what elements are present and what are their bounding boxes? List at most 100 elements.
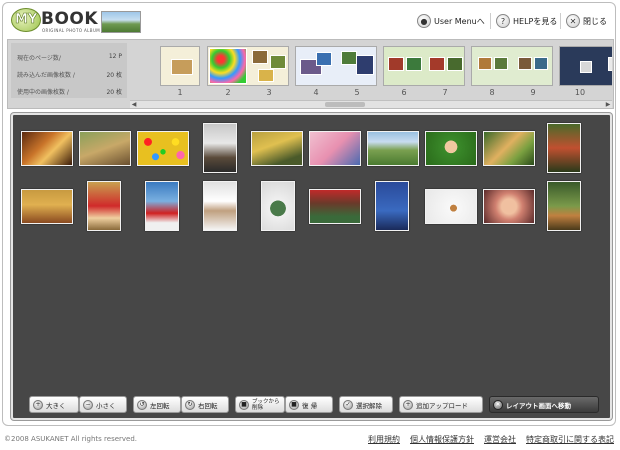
scroll-thumb[interactable] — [325, 102, 365, 107]
header-divider — [490, 13, 491, 29]
photo-thumb[interactable] — [87, 181, 121, 231]
scroll-right-icon[interactable]: ▶ — [604, 101, 612, 109]
page-thumb-4-5[interactable] — [295, 46, 377, 86]
mini-photo — [341, 51, 357, 65]
header-photo — [101, 11, 141, 33]
photo-thumb[interactable] — [21, 189, 73, 224]
photo-thumb[interactable] — [367, 131, 419, 166]
page-number: 9 — [530, 88, 536, 97]
photo-thumb[interactable] — [483, 131, 535, 166]
mini-photo — [429, 57, 445, 71]
photo-thumb[interactable] — [547, 123, 581, 173]
mini-photo — [270, 55, 286, 69]
mini-photo — [388, 57, 404, 71]
mini-photo — [580, 61, 592, 73]
rotate-left-icon: ↺ — [137, 399, 147, 410]
mini-photo — [534, 57, 548, 70]
footer-link-terms[interactable]: 利用規約 — [368, 434, 400, 445]
help-label: HELPを見る — [513, 16, 558, 26]
mini-photo — [406, 57, 422, 71]
page-number: 5 — [354, 88, 360, 97]
mini-photo — [494, 57, 508, 70]
upload-icon: + — [403, 399, 413, 410]
mini-photo — [356, 55, 374, 75]
remove-from-book-button[interactable]: ■ ブックから削除 — [235, 396, 285, 413]
page-number: 10 — [574, 88, 586, 97]
rotate-right-button[interactable]: ↻ 右回転 — [181, 396, 229, 413]
restore-icon: ■ — [289, 399, 299, 410]
page-number: 7 — [442, 88, 448, 97]
app-frame: MY BOOK ORIGINAL PHOTO ALBUM ● User Menu… — [2, 2, 616, 426]
footer-link-privacy[interactable]: 個人情報保護方針 — [410, 434, 474, 445]
mini-photo — [316, 52, 332, 66]
scroll-left-icon[interactable]: ◀ — [130, 101, 138, 109]
mini-photo — [252, 50, 268, 64]
photo-thumb[interactable] — [425, 189, 477, 224]
info-value: 20 枚 — [106, 89, 122, 96]
info-value: 12 P — [108, 53, 122, 60]
logo-my-text: MY — [15, 12, 38, 28]
info-label: 使用中の画像枚数 / — [17, 89, 69, 96]
photo-thumb[interactable] — [145, 181, 179, 231]
footer-links: 利用規約 個人情報保護方針 運営会社 特定商取引に関する表記 — [368, 434, 614, 445]
photo-thumb[interactable] — [375, 181, 409, 231]
photo-thumb[interactable] — [425, 131, 477, 166]
page-number: 6 — [401, 88, 407, 97]
deselect-button[interactable]: ✓ 選択解除 — [339, 396, 393, 413]
photo-thumb[interactable] — [309, 131, 361, 166]
photo-thumb[interactable] — [261, 181, 295, 231]
photo-toolbar: + 大きく − 小さく ↺ 左回転 ↻ 右回転 ■ ブックから削除 ■ 復 帰 — [23, 394, 603, 416]
go-layout-label: レイアウト画面へ移動 — [506, 401, 571, 410]
photo-thumb[interactable] — [203, 181, 237, 231]
photo-thumb[interactable] — [251, 131, 303, 166]
add-upload-label: 追加アップロード — [416, 401, 468, 410]
page-thumb-2-3[interactable] — [207, 46, 289, 86]
logo-book-text: BOOK — [41, 9, 99, 29]
photo-thumb[interactable] — [21, 131, 73, 166]
shrink-button[interactable]: − 小さく — [79, 396, 127, 413]
photo-thumb[interactable] — [203, 123, 237, 173]
copyright: ©2008 ASUKANET All rights reserved. — [4, 435, 138, 443]
page-strip-scrollbar[interactable]: ◀ ▶ — [130, 100, 612, 108]
page-thumb-10-11[interactable] — [559, 46, 612, 86]
photo-thumb[interactable] — [137, 131, 189, 166]
header: MY BOOK ORIGINAL PHOTO ALBUM ● User Menu… — [3, 3, 615, 36]
user-menu-button[interactable]: ● User Menuへ — [417, 13, 485, 29]
go-layout-button[interactable]: ✕ レイアウト画面へ移動 — [489, 396, 599, 413]
info-row-loaded-images: 読み込んだ画像枚数 / 20 枚 — [17, 70, 122, 82]
info-label: 読み込んだ画像枚数 / — [17, 72, 75, 79]
photo-thumb[interactable] — [309, 189, 361, 224]
page-number: 1 — [177, 88, 183, 97]
zoom-in-icon: + — [33, 399, 43, 410]
page-thumb-1[interactable] — [160, 46, 200, 86]
photo-thumb[interactable] — [79, 131, 131, 166]
mini-photo — [478, 57, 492, 70]
add-upload-button[interactable]: + 追加アップロード — [399, 396, 483, 413]
close-label: 閉じる — [583, 16, 607, 26]
page-number: 3 — [266, 88, 272, 97]
page-thumb-8-9[interactable] — [471, 46, 553, 86]
page-strip: 現在のページ数/ 12 P 読み込んだ画像枚数 / 20 枚 使用中の画像枚数 … — [7, 39, 614, 109]
close-icon: ✕ — [566, 14, 580, 28]
footer-link-company[interactable]: 運営会社 — [484, 434, 516, 445]
shrink-label: 小さく — [96, 401, 116, 410]
rotate-right-icon: ↻ — [185, 399, 195, 410]
photo-thumb[interactable] — [547, 181, 581, 231]
logo-subtitle: ORIGINAL PHOTO ALBUM — [42, 28, 101, 33]
page-thumb-6-7[interactable] — [383, 46, 465, 86]
page-number: 8 — [489, 88, 495, 97]
restore-button[interactable]: ■ 復 帰 — [285, 396, 333, 413]
info-row-page-count: 現在のページ数/ 12 P — [17, 53, 122, 65]
enlarge-button[interactable]: + 大きく — [29, 396, 79, 413]
photo-panel: + 大きく − 小さく ↺ 左回転 ↻ 右回転 ■ ブックから削除 ■ 復 帰 — [11, 113, 612, 420]
page-number: 4 — [313, 88, 319, 97]
info-value: 20 枚 — [106, 72, 122, 79]
deselect-icon: ✓ — [343, 399, 353, 410]
close-button[interactable]: ✕ 閉じる — [566, 13, 607, 29]
mini-photo — [209, 48, 247, 84]
rotate-left-button[interactable]: ↺ 左回転 — [133, 396, 181, 413]
help-button[interactable]: ? HELPを見る — [496, 13, 557, 29]
footer-link-commerce[interactable]: 特定商取引に関する表記 — [526, 434, 614, 445]
photo-thumb[interactable] — [483, 189, 535, 224]
mini-photo — [171, 59, 193, 75]
